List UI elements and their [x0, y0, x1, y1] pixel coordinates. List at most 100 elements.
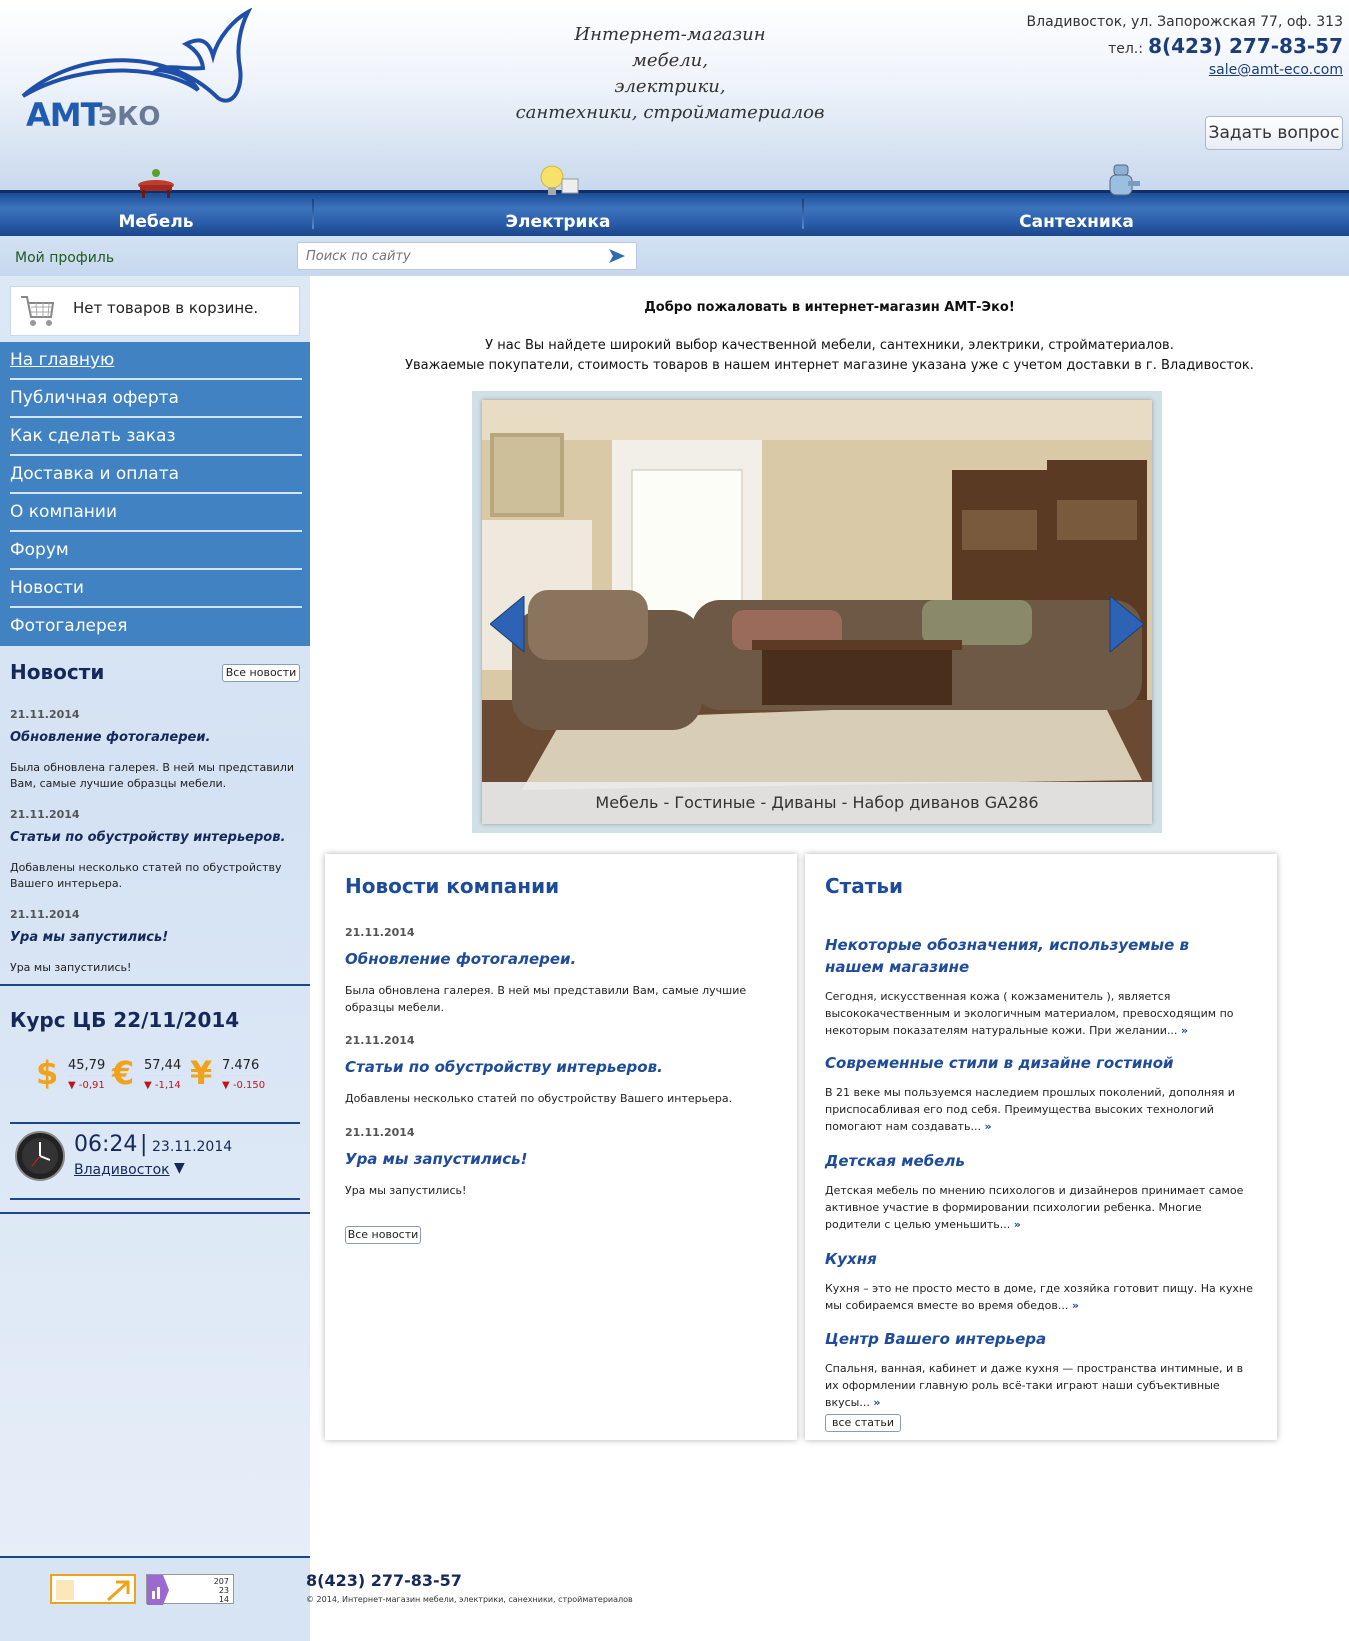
news-title-link[interactable]: Обновление фотогалереи. [10, 730, 210, 745]
nav-item-electrics[interactable]: Электрика [314, 165, 802, 236]
menu-item-news[interactable]: Новости [10, 570, 302, 608]
all-news-button[interactable]: Все новости [345, 1226, 421, 1244]
menu-item-offer[interactable]: Публичная оферта [10, 380, 302, 418]
menu-item-how-to-order[interactable]: Как сделать заказ [10, 418, 302, 456]
menu-item-home[interactable]: На главную [10, 342, 302, 380]
article-title-link[interactable]: Некоторые обозначения, используемые в на… [825, 934, 1245, 978]
articles-card: Статьи Некоторые обозначения, используем… [805, 854, 1277, 1440]
rate-value: 45,79 [68, 1058, 106, 1076]
email-link[interactable]: sale@amt-eco.com [1027, 62, 1343, 78]
counter-value: 207 [213, 1577, 229, 1586]
slide-caption: Мебель - Гостиные - Диваны - Набор диван… [482, 782, 1152, 824]
slide[interactable]: Мебель - Гостиные - Диваны - Набор диван… [482, 400, 1152, 824]
table-icon [138, 169, 174, 198]
article-text: Детская мебель по мнению психологов и ди… [825, 1184, 1244, 1231]
header-phone: 8(423) 277-83-57 [1148, 34, 1343, 58]
sidebar-menu: На главную Публичная оферта Как сделать … [0, 342, 310, 646]
article-title-link[interactable]: Современные стили в дизайне гостиной [825, 1052, 1255, 1074]
search-input[interactable] [306, 243, 596, 269]
more-icon[interactable]: » [1014, 1218, 1021, 1231]
photo-slider: Мебель - Гостиные - Диваны - Набор диван… [472, 391, 1162, 833]
nav-item-plumbing[interactable]: Сантехника [804, 164, 1349, 236]
search-submit-icon[interactable] [608, 248, 626, 264]
welcome-heading: Добро пожаловать в интернет-магазин АМТ-… [644, 300, 1015, 315]
rates-title: Курс ЦБ 22/11/2014 [10, 1008, 240, 1032]
article-title-link[interactable]: Кухня [825, 1248, 1255, 1270]
articles-title: Статьи [825, 874, 904, 898]
footer-phone: 8(423) 277-83-57 [306, 1571, 462, 1590]
clock-widget: 06:24 | 23.11.2014 Владивосток ▼ [10, 1126, 300, 1196]
search-box [297, 242, 637, 270]
sub-bar: Мой профиль [0, 236, 1349, 276]
visit-counter[interactable]: 207 23 14 [146, 1574, 234, 1605]
faucet-icon [1109, 164, 1140, 196]
divider [0, 1212, 310, 1214]
my-profile-link[interactable]: Мой профиль [15, 250, 114, 266]
news-title-link[interactable]: Ура мы запустились! [345, 1148, 775, 1170]
logo-amt: АМТ [26, 96, 102, 134]
divider [10, 1198, 300, 1200]
lightbulb-icon [540, 165, 579, 195]
menu-item-gallery[interactable]: Фотогалерея [10, 608, 302, 646]
clock-icon [15, 1131, 65, 1181]
counter-value: 14 [218, 1595, 229, 1604]
article-title-link[interactable]: Центр Вашего интерьера [825, 1328, 1255, 1350]
article-text: Кухня – это не просто место в доме, где … [825, 1282, 1253, 1312]
intro-line: Уважаемые покупатели, стоимость товаров … [405, 358, 1254, 373]
intro-line: У нас Вы найдете широкий выбор качествен… [485, 338, 1174, 353]
article-title-link[interactable]: Детская мебель [825, 1150, 1255, 1172]
nav-label: Мебель [118, 212, 194, 232]
more-icon[interactable]: » [1181, 1024, 1188, 1037]
dollar-icon: $ [36, 1054, 59, 1092]
menu-item-forum[interactable]: Форум [10, 532, 302, 570]
sidebar-news-title: Новости [10, 660, 105, 684]
slider-next-icon[interactable] [1108, 596, 1144, 652]
news-text: Добавлены несколько статей по обустройст… [10, 861, 282, 890]
cart-status: Нет товаров в корзине. [73, 299, 259, 317]
more-icon[interactable]: » [1072, 1299, 1079, 1312]
rate-value: 57,44 [144, 1058, 182, 1076]
divider [10, 1122, 300, 1124]
news-text: Была обновлена галерея. В ней мы предста… [345, 984, 747, 1014]
site-logo[interactable]: АМТ ЭКО [18, 7, 268, 138]
slider-prev-icon[interactable] [490, 596, 526, 652]
clock-time: 06:24 [74, 1132, 138, 1157]
euro-icon: € [112, 1054, 135, 1092]
news-title-link[interactable]: Ура мы запустились! [10, 930, 168, 945]
slogan-line: мебели, [632, 50, 708, 71]
sidebar: Нет товаров в корзине. На главную Публич… [0, 276, 310, 1571]
rate-value: 7.476 [222, 1058, 260, 1076]
all-news-button[interactable]: Все новости [222, 664, 300, 682]
counter-value: 23 [218, 1586, 229, 1595]
divider [0, 984, 310, 986]
news-date: 21.11.2014 [345, 1034, 415, 1047]
menu-item-about[interactable]: О компании [10, 494, 302, 532]
news-title-link[interactable]: Обновление фотогалереи. [345, 948, 775, 970]
nav-item-furniture[interactable]: Мебель [0, 169, 312, 236]
news-text: Ура мы запустились! [345, 1184, 467, 1197]
ask-question-button[interactable]: Задать вопрос [1205, 116, 1343, 150]
clock-date: 23.11.2014 [152, 1139, 233, 1155]
slogan-line: электрики, [614, 76, 726, 97]
news-title-link[interactable]: Статьи по обустройству интерьеров. [10, 830, 285, 845]
more-icon[interactable]: » [984, 1120, 991, 1133]
news-text: Ура мы запустились! [10, 961, 132, 974]
news-text: Добавлены несколько статей по обустройст… [345, 1092, 733, 1105]
slogan: Интернет-магазин мебели, электрики, сант… [470, 22, 870, 126]
news-text: Была обновлена галерея. В ней мы предста… [10, 761, 295, 790]
company-news-card: Новости компании 21.11.2014 Обновление ф… [325, 854, 797, 1440]
cart-box[interactable]: Нет товаров в корзине. [10, 286, 300, 336]
chart-icon [147, 1575, 169, 1605]
logo-eko: ЭКО [98, 102, 161, 132]
counter-badge[interactable] [50, 1574, 136, 1604]
clock-separator: | [140, 1132, 148, 1157]
news-date: 21.11.2014 [345, 1126, 415, 1139]
menu-item-delivery[interactable]: Доставка и оплата [10, 456, 302, 494]
yen-icon: ¥ [190, 1054, 213, 1092]
news-title-link[interactable]: Статьи по обустройству интерьеров. [345, 1056, 775, 1078]
clock-city-link[interactable]: Владивосток [74, 1162, 170, 1178]
chevron-down-icon[interactable]: ▼ [174, 1160, 185, 1176]
all-articles-button[interactable]: все статьи [825, 1414, 901, 1432]
more-icon[interactable]: » [873, 1396, 880, 1409]
article-text: Спальня, ванная, кабинет и даже кухня — … [825, 1362, 1244, 1409]
